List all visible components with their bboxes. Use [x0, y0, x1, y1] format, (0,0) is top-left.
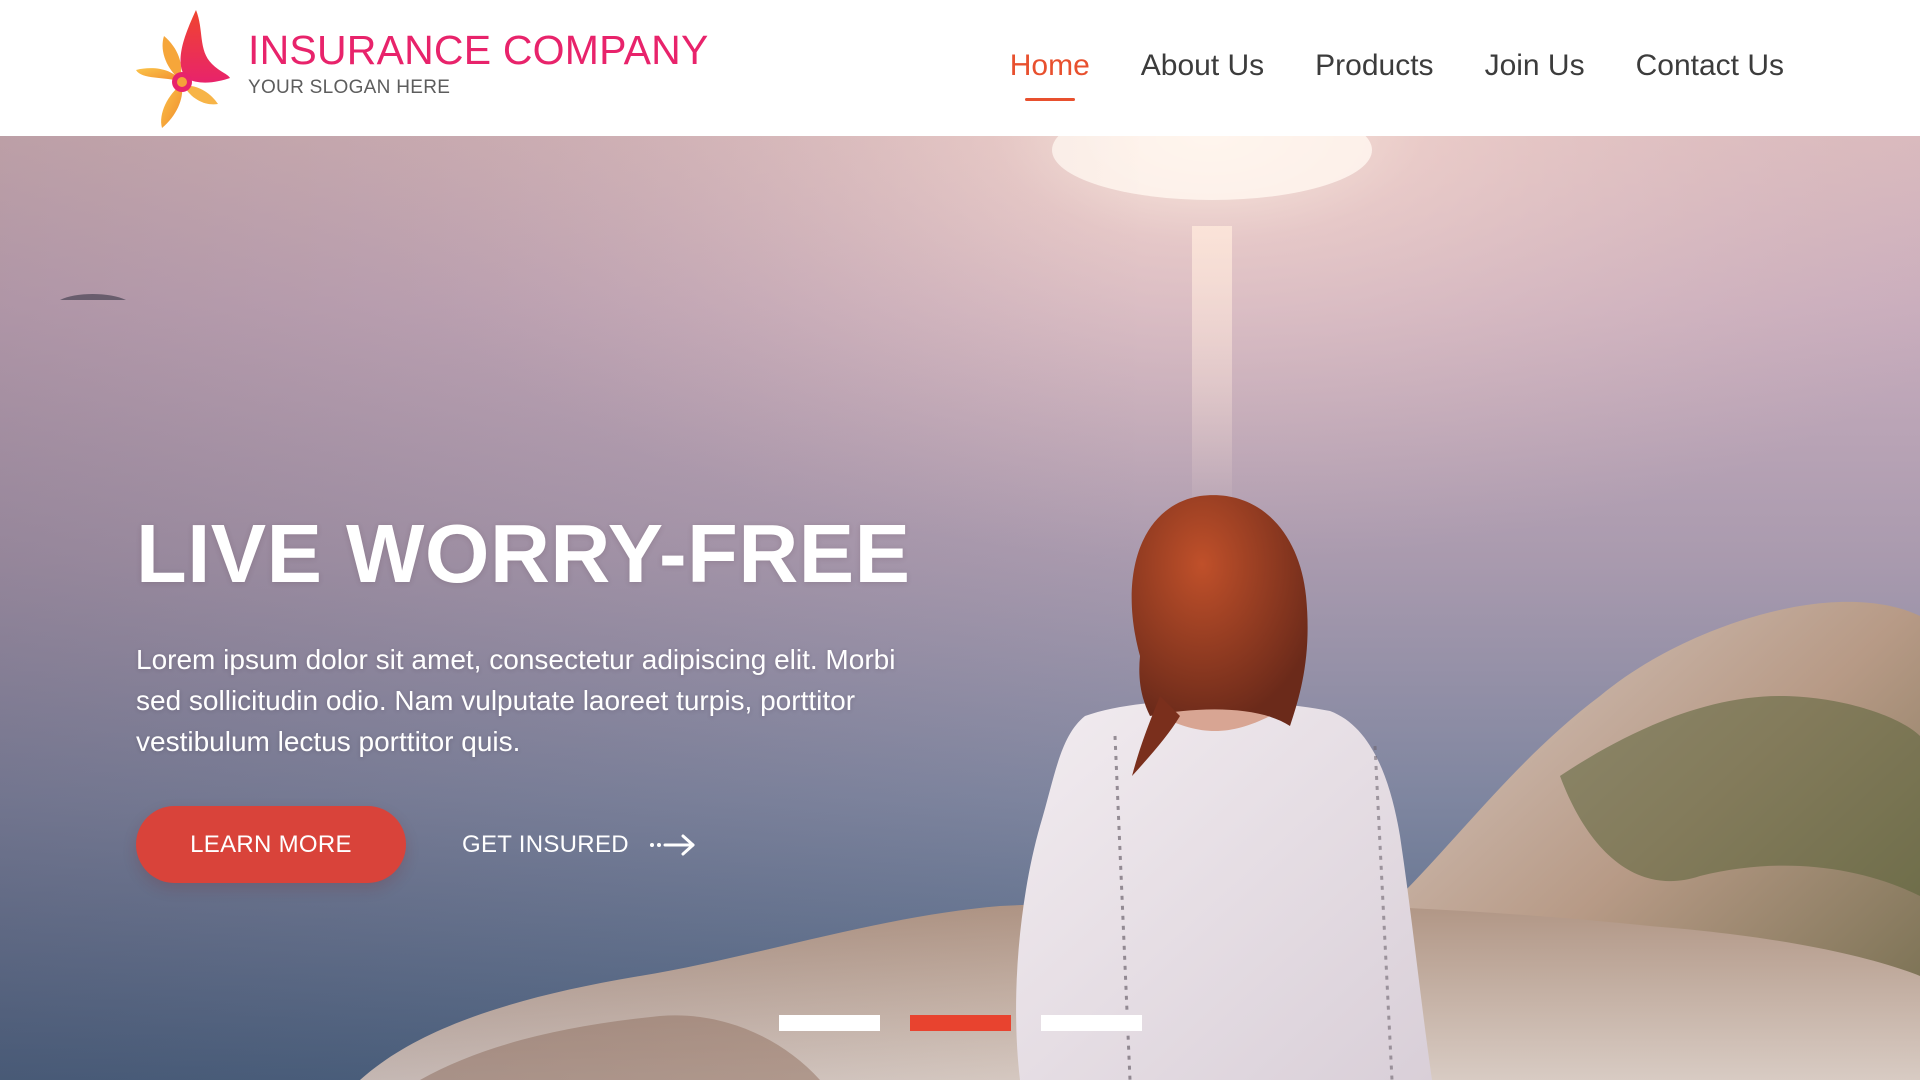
main-nav: Home About Us Products Join Us Contact U…: [1010, 0, 1784, 136]
hero-headline: LIVE WORRY-FREE: [136, 507, 911, 600]
hero-section: LIVE WORRY-FREE Lorem ipsum dolor sit am…: [0, 136, 1920, 1080]
hero-body-text: Lorem ipsum dolor sit amet, consectetur …: [136, 644, 896, 757]
site-header: INSURANCE COMPANY YOUR SLOGAN HERE Home …: [0, 0, 1920, 136]
get-insured-link[interactable]: GET INSURED: [462, 831, 697, 859]
brand-logo-link[interactable]: INSURANCE COMPANY YOUR SLOGAN HERE: [134, 0, 709, 136]
slide-indicator-2[interactable]: [909, 1015, 1011, 1031]
nav-item-contact-us[interactable]: Contact Us: [1636, 49, 1784, 87]
nav-item-home[interactable]: Home: [1010, 49, 1090, 87]
slider-indicators: [0, 1015, 1920, 1031]
brand-text: INSURANCE COMPANY YOUR SLOGAN HERE: [248, 29, 709, 98]
brand-name: INSURANCE COMPANY: [248, 27, 709, 74]
slide-indicator-3[interactable]: [1040, 1015, 1142, 1031]
flame-petal-logo-icon: [136, 10, 230, 128]
nav-item-join-us[interactable]: Join Us: [1485, 49, 1585, 87]
hero-actions: LEARN MORE GET INSURED: [136, 806, 956, 883]
get-insured-label: GET INSURED: [462, 830, 629, 858]
nav-item-about-us[interactable]: About Us: [1141, 49, 1264, 87]
hero-content: LIVE WORRY-FREE Lorem ipsum dolor sit am…: [136, 512, 956, 883]
brand-slogan: YOUR SLOGAN HERE: [248, 76, 451, 98]
slide-indicator-1[interactable]: [778, 1015, 880, 1031]
learn-more-button[interactable]: LEARN MORE: [136, 806, 406, 883]
nav-item-products[interactable]: Products: [1315, 49, 1433, 87]
dashed-arrow-right-icon: [649, 834, 695, 855]
